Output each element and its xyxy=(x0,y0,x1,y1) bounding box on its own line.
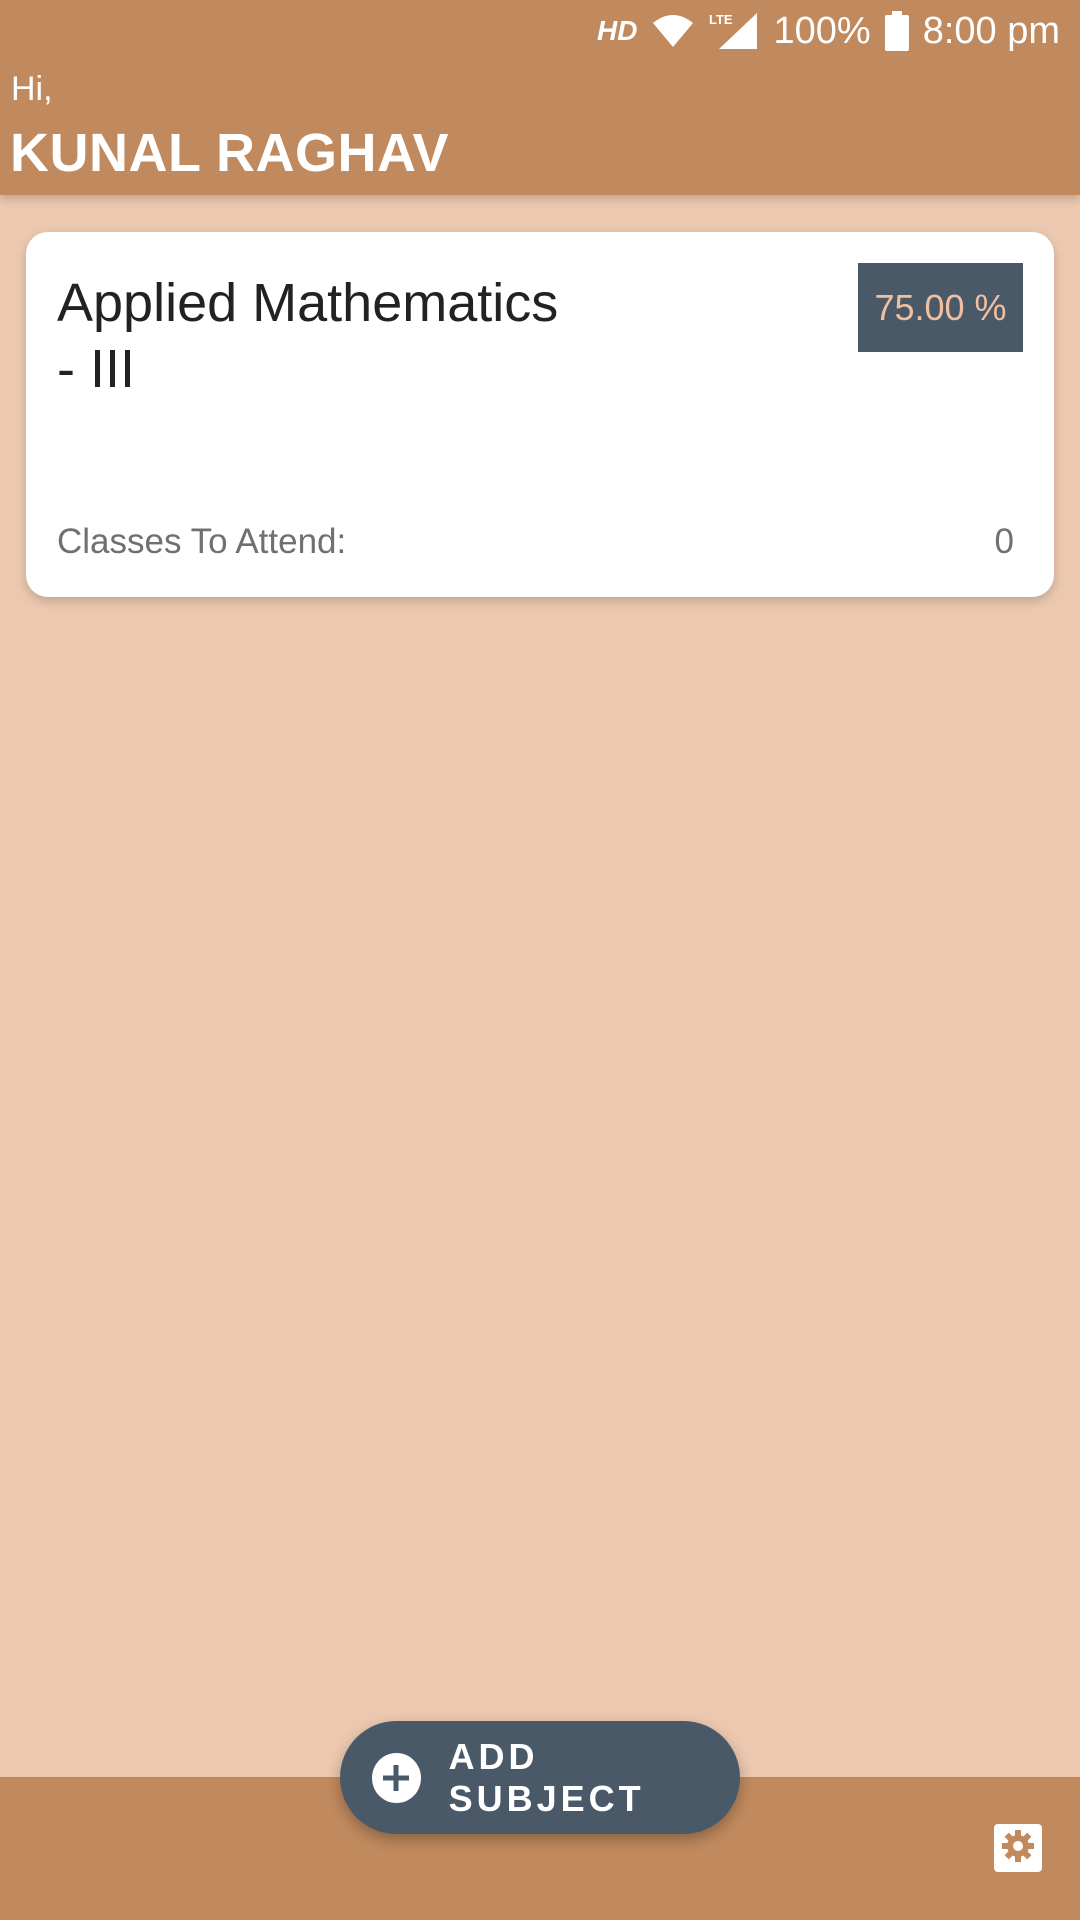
add-subject-button[interactable]: ADD SUBJECT xyxy=(340,1721,740,1834)
clock: 8:00 pm xyxy=(922,9,1060,52)
subject-card[interactable]: Applied Mathematics - III 75.00 % Classe… xyxy=(26,232,1054,597)
greeting-text: Hi, xyxy=(11,70,53,108)
subject-name: Applied Mathematics - III xyxy=(57,273,559,399)
hd-indicator: HD xyxy=(597,15,638,46)
classes-to-attend-label: Classes To Attend: xyxy=(57,522,347,561)
status-bar: HD LTE 100% 8:00 pm xyxy=(0,0,1080,62)
attendance-percent-badge: 75.00 % xyxy=(858,263,1023,352)
lte-label: LTE xyxy=(709,12,733,27)
classes-to-attend-value: 0 xyxy=(994,522,1014,561)
add-subject-label: ADD SUBJECT xyxy=(448,1735,645,1819)
app-header: HD LTE 100% 8:00 pm Hi, KUNAL RAGHAV xyxy=(0,0,1080,195)
wifi-icon xyxy=(651,13,695,49)
battery-percent: 100% xyxy=(773,9,871,52)
lte-signal-icon: LTE xyxy=(709,11,759,51)
add-circle-icon xyxy=(372,1752,421,1803)
user-name: KUNAL RAGHAV xyxy=(10,123,450,183)
settings-button[interactable] xyxy=(994,1824,1042,1872)
gear-icon xyxy=(998,1826,1038,1871)
battery-icon xyxy=(884,11,909,51)
